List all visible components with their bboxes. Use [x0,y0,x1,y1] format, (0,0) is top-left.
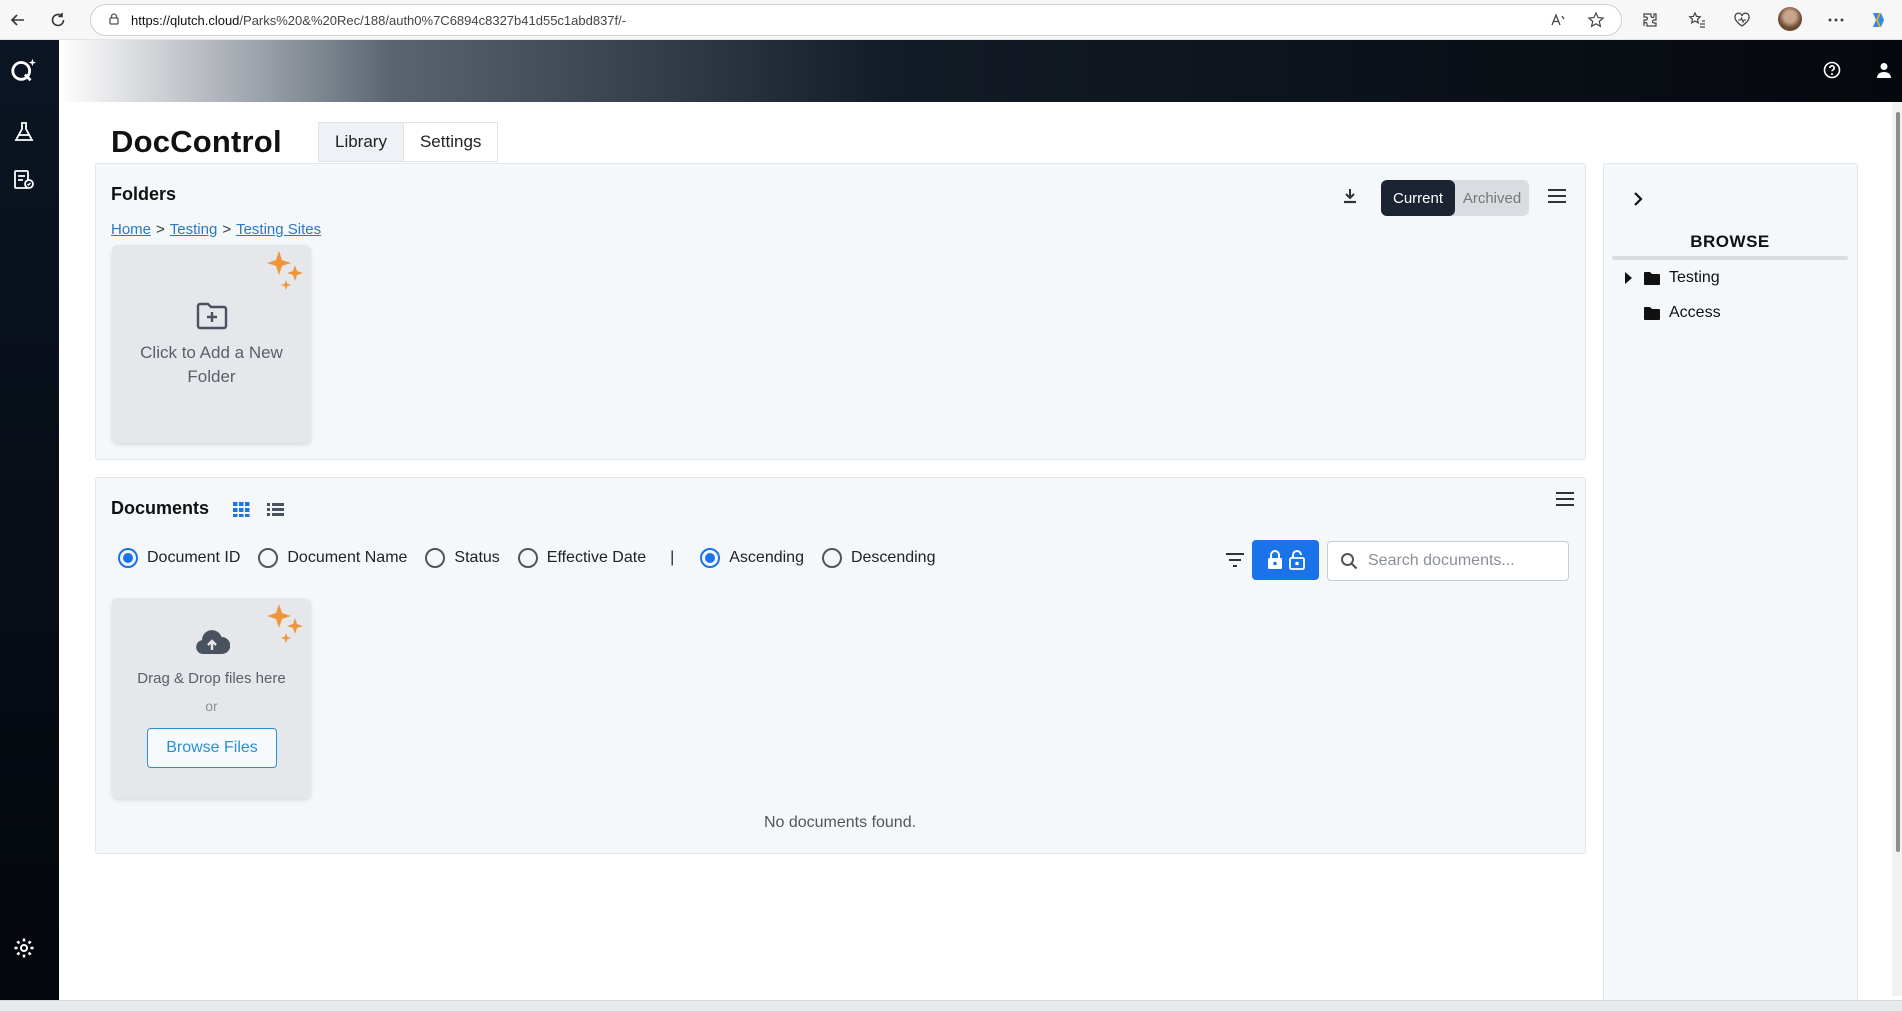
lock-icon [1267,550,1283,570]
app-top-bar [59,40,1902,102]
favorites-list-icon[interactable] [1685,8,1709,32]
sort-effective-date-radio[interactable]: Effective Date [517,548,647,568]
grid-view-icon[interactable] [233,501,250,518]
tree-item-access[interactable]: Access [1643,304,1721,322]
documents-menu-icon[interactable] [1555,491,1575,507]
file-drop-zone[interactable]: Drag & Drop files here or [112,598,311,798]
favorite-star-icon[interactable] [1584,8,1608,32]
tab-settings[interactable]: Settings [403,122,499,162]
extensions-icon[interactable] [1638,8,1662,32]
sparkle-icon [262,247,310,295]
left-sidebar [0,40,59,1004]
tree-item-label: Testing [1669,269,1720,286]
breadcrumb: Home > Testing > Testing Sites [111,221,321,238]
browse-panel [1603,163,1858,1005]
radio-label: Ascending [729,549,804,566]
more-options-icon[interactable] [1824,8,1848,32]
radio-label: Effective Date [546,549,647,566]
refresh-icon[interactable] [46,8,70,32]
sort-separator: | [670,549,675,566]
os-taskbar [0,1000,1902,1011]
breadcrumb-testing[interactable]: Testing [170,221,218,238]
documents-title: Documents [111,498,210,518]
cloud-upload-icon [194,628,230,656]
settings-gear-icon[interactable] [10,934,38,962]
archived-toggle-button[interactable]: Archived [1455,180,1529,216]
lab-flask-icon[interactable] [10,118,38,146]
radio-indicator [118,548,138,568]
address-bar[interactable]: https://qlutch.cloud/Parks%20&%20Rec/188… [90,4,1622,36]
folders-panel [95,163,1586,460]
sort-options: Document ID Document Name Status Effecti… [118,548,953,568]
add-folder-card[interactable]: Click to Add a New Folder [112,245,311,443]
filter-icon[interactable] [1225,552,1245,568]
back-arrow-icon[interactable] [6,8,30,32]
copilot-icon[interactable] [1866,8,1890,32]
folder-icon [1643,271,1661,286]
profile-avatar[interactable] [1778,7,1802,31]
lock-toggle-button[interactable] [1252,540,1319,580]
radio-indicator [700,548,721,568]
sort-descending-radio[interactable]: Descending [821,548,936,568]
current-toggle-button[interactable]: Current [1381,180,1455,216]
radio-label: Status [454,549,500,566]
current-archived-toggle: Current Archived [1381,180,1529,216]
radio-label: Document Name [287,549,408,566]
documents-panel [95,477,1586,854]
user-account-icon[interactable] [1872,58,1896,82]
empty-state-message: No documents found. [763,814,917,831]
or-label: or [205,698,218,714]
drop-label: Drag & Drop files here [137,670,286,687]
breadcrumb-testing-sites[interactable]: Testing Sites [236,221,321,238]
document-control-icon[interactable] [10,166,38,194]
sort-document-id-radio[interactable]: Document ID [118,548,240,568]
radio-indicator [258,548,279,568]
radio-indicator [517,548,538,568]
read-aloud-icon[interactable] [1546,8,1570,32]
sort-document-name-radio[interactable]: Document Name [258,548,407,568]
browser-toolbar: https://qlutch.cloud/Parks%20&%20Rec/188… [0,0,1902,40]
sparkle-icon [262,600,310,648]
search-documents-input[interactable] [1368,552,1548,570]
chevron-right-icon[interactable] [1631,191,1645,207]
folder-icon [1643,306,1661,321]
search-icon [1340,552,1358,570]
tree-item-label: Access [1669,304,1721,321]
tree-item-testing[interactable]: Testing [1623,269,1720,287]
page-title: DocControl [111,124,282,159]
radio-label: Descending [850,549,936,566]
search-box [1327,541,1569,581]
qlutch-logo-icon[interactable] [10,56,38,84]
folders-menu-icon[interactable] [1547,188,1567,204]
list-view-icon[interactable] [267,501,284,518]
radio-label: Document ID [147,549,241,566]
caret-right-icon[interactable] [1623,271,1633,285]
add-folder-icon [196,302,228,330]
sort-status-radio[interactable]: Status [425,548,500,568]
browser-essentials-icon[interactable] [1730,8,1754,32]
url-host: https://qlutch.cloud [131,12,240,28]
download-icon[interactable] [1340,186,1360,206]
add-folder-label: Click to Add a New Folder [140,343,283,386]
url-path: /Parks%20&%20Rec/188/auth0%7C6894c8327b4… [239,12,627,28]
breadcrumb-separator: > [222,221,232,238]
scrollbar-thumb[interactable] [1896,112,1900,852]
site-lock-icon [107,12,121,29]
breadcrumb-separator: > [156,221,165,238]
folders-title: Folders [111,184,177,204]
tab-library[interactable]: Library [318,122,404,162]
sort-ascending-radio[interactable]: Ascending [700,548,804,568]
radio-indicator [425,548,446,568]
breadcrumb-home[interactable]: Home [111,221,151,238]
main-tabs: Library Settings [318,122,499,162]
browse-title: BROWSE [1690,232,1770,251]
radio-indicator [821,548,842,568]
browse-divider [1612,256,1848,260]
unlock-icon [1288,550,1305,570]
browse-files-button[interactable]: Browse Files [147,728,277,768]
help-icon[interactable] [1820,58,1844,82]
